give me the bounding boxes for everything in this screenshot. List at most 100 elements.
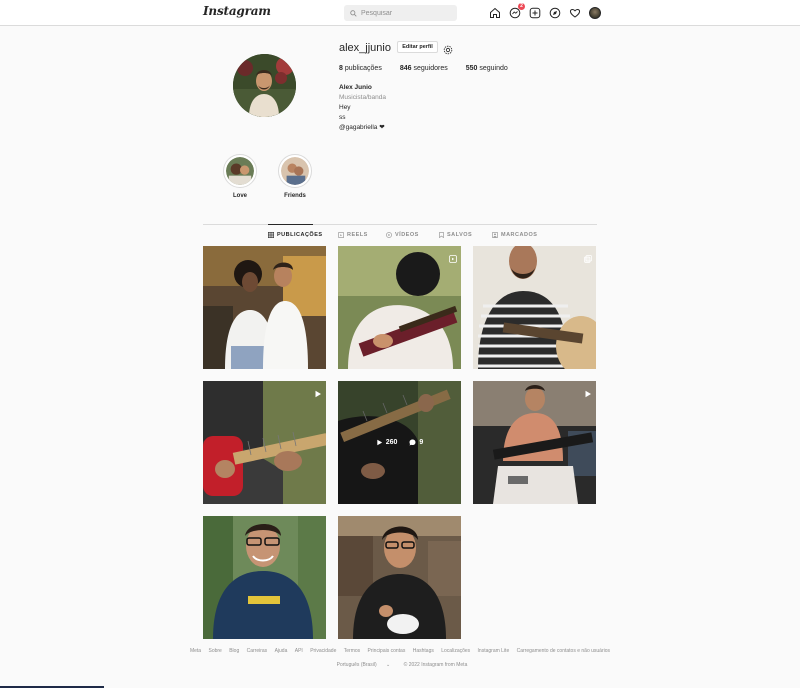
profile-bio: Alex Junio Musicista/banda Hey ss @gagab…: [339, 83, 386, 133]
footer-link[interactable]: Principais contas: [368, 648, 406, 654]
language-selector[interactable]: Português (Brasil) ⌄: [333, 662, 395, 668]
footer-link[interactable]: Carreiras: [247, 648, 268, 654]
highlight-love[interactable]: Love: [220, 154, 260, 199]
video-play-icon: [584, 385, 592, 403]
search-icon: [350, 9, 357, 17]
followers-count: 846: [399, 65, 412, 72]
stat-following[interactable]: 550 seguindo: [466, 65, 508, 72]
new-post-icon[interactable]: [529, 7, 541, 19]
following-label: seguindo: [479, 65, 508, 72]
footer-link[interactable]: Blog: [229, 648, 239, 654]
tab-tagged[interactable]: MARCADOS: [492, 232, 537, 238]
reel-icon: [449, 250, 457, 268]
profile-avatar[interactable]: [589, 7, 601, 19]
post-image: [338, 246, 461, 369]
footer-link[interactable]: Meta: [190, 648, 201, 654]
stat-posts: 8 publicações: [339, 65, 382, 72]
bio-name: Alex Junio: [339, 84, 372, 91]
tab-label: VÍDEOS: [395, 232, 419, 238]
footer-link[interactable]: Privacidade: [310, 648, 336, 654]
nav-icons: 2: [489, 3, 601, 19]
bio-mention[interactable]: @gagabriella ❤: [339, 123, 386, 133]
comments-count: 9: [419, 439, 424, 446]
post-thumbnail[interactable]: 260 9: [338, 381, 461, 504]
post-image: [203, 381, 326, 504]
highlight-ring: [223, 154, 257, 188]
profile-picture[interactable]: [233, 54, 296, 117]
explore-icon[interactable]: [549, 7, 561, 19]
bio-line: ss: [339, 114, 346, 121]
reels-icon: [338, 232, 344, 238]
active-tab-indicator: [268, 224, 313, 225]
tab-label: MARCADOS: [501, 232, 538, 238]
search-input[interactable]: [361, 9, 451, 17]
comment-icon: [409, 439, 416, 446]
post-image: [338, 516, 461, 639]
footer-link[interactable]: API: [295, 648, 303, 654]
post-thumbnail[interactable]: [203, 381, 326, 504]
stat-followers[interactable]: 846 seguidores: [400, 65, 448, 72]
footer-link[interactable]: Ajuda: [275, 648, 288, 654]
instagram-logo[interactable]: Instagram: [203, 4, 271, 18]
post-image: [203, 516, 326, 639]
bookmark-icon: [439, 232, 444, 238]
footer-link[interactable]: Termos: [344, 648, 360, 654]
highlight-love-image: [226, 157, 254, 185]
messenger-icon[interactable]: 2: [509, 3, 525, 19]
grid-icon: [268, 232, 274, 238]
tab-reels[interactable]: REELS: [338, 232, 368, 238]
profile-username: alex_jjunio: [339, 42, 391, 54]
home-icon[interactable]: [489, 7, 501, 19]
post-thumbnail[interactable]: [473, 246, 596, 369]
post-image: [473, 381, 596, 504]
tab-saved[interactable]: SALVOS: [439, 232, 472, 238]
language-label: Português (Brasil): [336, 662, 377, 668]
posts-count: 8: [339, 65, 343, 72]
following-count: 550: [465, 65, 478, 72]
tab-label: SALVOS: [447, 232, 473, 238]
messages-badge: 2: [518, 3, 525, 10]
highlight-friends-image: [281, 157, 309, 185]
video-icon: [386, 232, 392, 238]
highlight-friends[interactable]: Friends: [275, 154, 315, 199]
profile-stats: 8 publicações 846 seguidores 550 seguind…: [339, 65, 508, 72]
top-nav: Instagram 2: [0, 0, 800, 26]
posts-label: publicações: [344, 65, 382, 72]
highlight-label: Friends: [284, 193, 306, 199]
settings-gear-icon[interactable]: [443, 42, 453, 60]
tab-posts[interactable]: PUBLICAÇÕES: [268, 232, 323, 238]
bio-category: Musicista/banda: [339, 94, 386, 101]
followers-label: seguidores: [413, 65, 448, 72]
footer-link[interactable]: Carregamento de contatos e não usuários: [517, 648, 610, 654]
footer-links: Meta Sobre Blog Carreiras Ajuda API Priv…: [0, 648, 800, 654]
tab-label: PUBLICAÇÕES: [277, 232, 323, 238]
play-icon: [377, 439, 382, 446]
post-thumbnail[interactable]: [338, 246, 461, 369]
footer-bottom: Português (Brasil) ⌄ © 2022 Instagram fr…: [0, 662, 800, 668]
post-image: [473, 246, 596, 369]
views-count: 260: [385, 439, 398, 446]
search-box[interactable]: [344, 5, 457, 21]
highlight-ring: [278, 154, 312, 188]
video-play-icon: [314, 385, 322, 403]
edit-profile-button[interactable]: Editar perfil: [397, 41, 438, 53]
chevron-down-icon: ⌄: [386, 662, 391, 668]
footer-link[interactable]: Localizações: [441, 648, 470, 654]
comments-stat: 9: [409, 439, 423, 446]
post-thumbnail[interactable]: [473, 381, 596, 504]
footer-link[interactable]: Instagram Lite: [478, 648, 510, 654]
post-thumbnail[interactable]: [338, 516, 461, 639]
footer-link[interactable]: Hashtags: [413, 648, 434, 654]
post-hover-overlay: 260 9: [338, 381, 461, 504]
tabs-divider: [203, 224, 597, 225]
copyright: © 2022 Instagram from Meta: [403, 662, 468, 668]
heart-icon[interactable]: [569, 7, 581, 19]
post-thumbnail[interactable]: [203, 516, 326, 639]
carousel-icon: [584, 250, 592, 268]
footer-link[interactable]: Sobre: [208, 648, 221, 654]
bio-line: Hey: [339, 104, 351, 111]
views-stat: 260: [376, 439, 398, 446]
post-thumbnail[interactable]: [203, 246, 326, 369]
post-image: [203, 246, 326, 369]
tab-videos[interactable]: VÍDEOS: [386, 232, 419, 238]
